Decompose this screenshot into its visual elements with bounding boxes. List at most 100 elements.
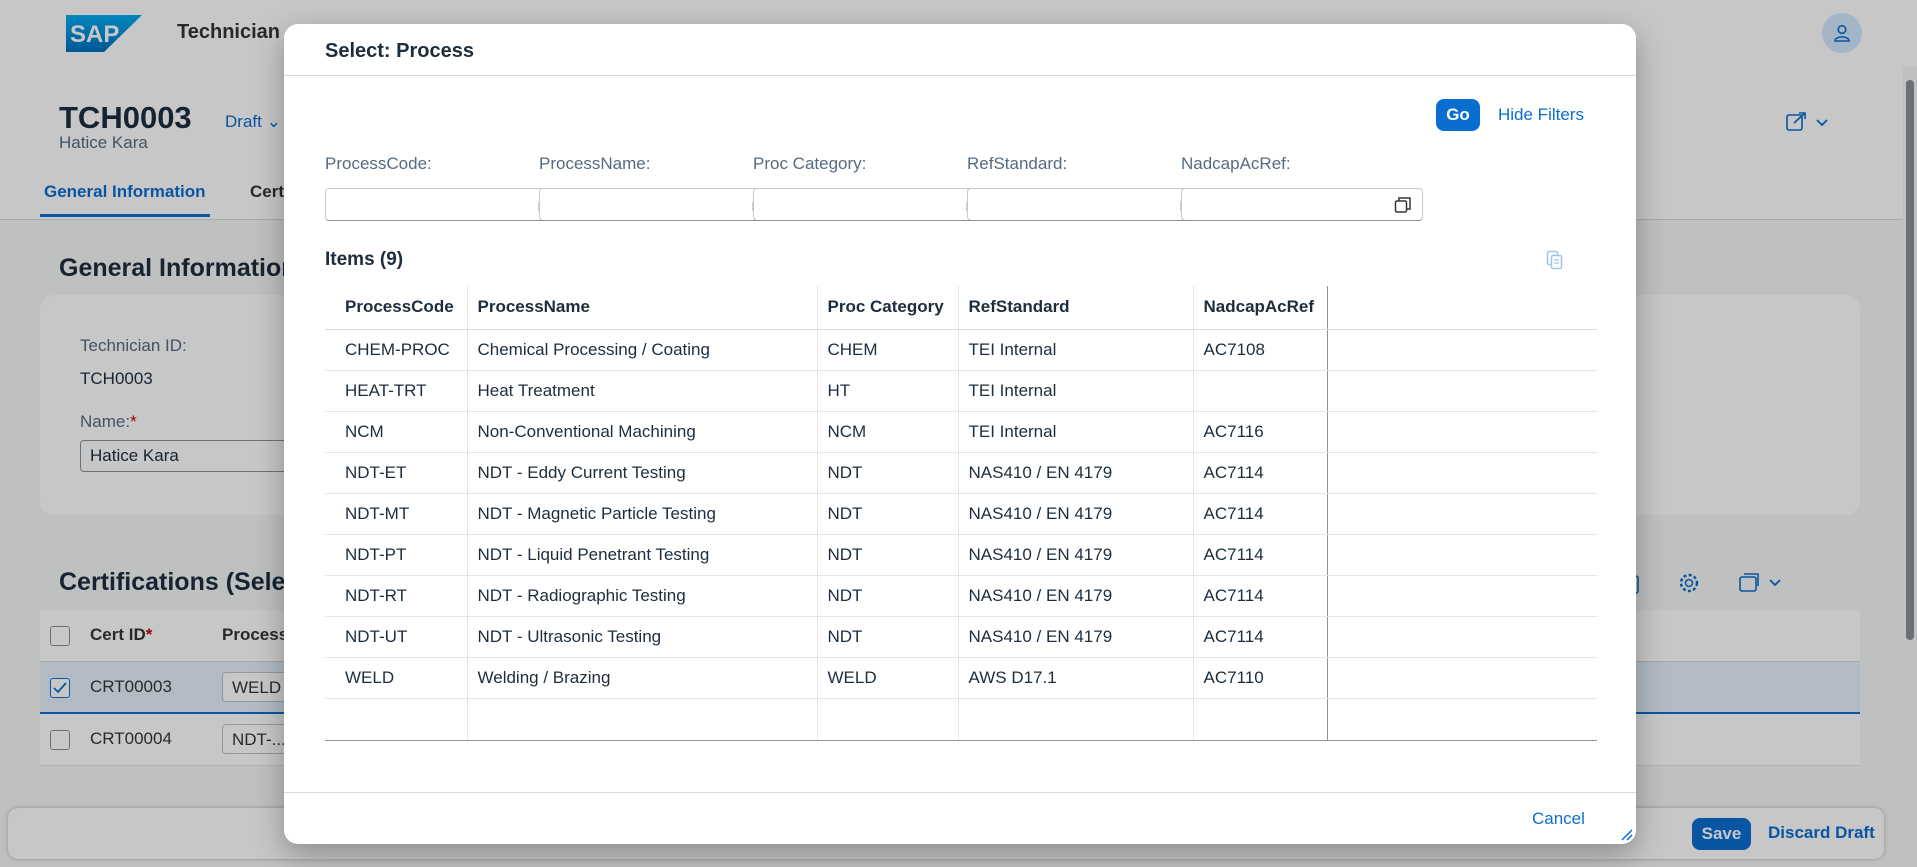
- filter-label: ProcessCode:: [325, 154, 432, 173]
- table-row[interactable]: HEAT-TRT Heat Treatment HT TEI Internal: [325, 370, 1597, 412]
- process-code-cell: NDT-UT: [325, 616, 468, 658]
- nadcap-ac-ref-cell: AC7114: [1193, 575, 1328, 617]
- process-name-cell: NDT - Eddy Current Testing: [467, 452, 818, 494]
- filler-cell: [1327, 370, 1597, 412]
- process-name-cell: Chemical Processing / Coating: [467, 329, 818, 371]
- table-row[interactable]: NDT-PT NDT - Liquid Penetrant Testing ND…: [325, 534, 1597, 576]
- ref-standard-input[interactable]: [968, 189, 1168, 219]
- proc-category-cell: CHEM: [817, 329, 959, 371]
- table-header-row: ProcessCode ProcessName Proc Category Re…: [325, 286, 1597, 330]
- filler-cell: [1327, 575, 1597, 617]
- filter-label: NadcapAcRef:: [1181, 154, 1291, 173]
- filter-field[interactable]: [325, 188, 567, 221]
- filter-field[interactable]: [539, 188, 781, 221]
- value-help-icon[interactable]: [1394, 196, 1412, 214]
- nadcap-ac-ref-cell: AC7114: [1193, 493, 1328, 535]
- filler-cell: [1327, 657, 1597, 699]
- process-code-input[interactable]: [326, 189, 526, 219]
- table-row[interactable]: NDT-ET NDT - Eddy Current Testing NDT NA…: [325, 452, 1597, 494]
- ref-standard-cell: NAS410 / EN 4179: [958, 452, 1194, 494]
- nadcap-ac-ref-cell: AC7110: [1193, 657, 1328, 699]
- proc-category-cell: NDT: [817, 493, 959, 535]
- process-code-cell: HEAT-TRT: [325, 370, 468, 412]
- column-ref-standard[interactable]: RefStandard: [958, 286, 1194, 330]
- filter-proc-category: Proc Category:: [753, 154, 995, 221]
- ref-standard-cell: TEI Internal: [958, 370, 1194, 412]
- filler-cell: [1327, 616, 1597, 658]
- filler-cell: [1327, 329, 1597, 371]
- table-row[interactable]: NDT-UT NDT - Ultrasonic Testing NDT NAS4…: [325, 616, 1597, 658]
- nadcap-ac-ref-cell: AC7114: [1193, 616, 1328, 658]
- ref-standard-cell: NAS410 / EN 4179: [958, 616, 1194, 658]
- dialog-header: Select: Process: [284, 24, 1636, 76]
- process-code-cell: NCM: [325, 411, 468, 453]
- table-row[interactable]: WELD Welding / Brazing WELD AWS D17.1 AC…: [325, 657, 1597, 699]
- ref-standard-cell: NAS410 / EN 4179: [958, 493, 1194, 535]
- nadcap-ac-ref-cell: AC7108: [1193, 329, 1328, 371]
- proc-category-cell: NDT: [817, 452, 959, 494]
- items-table: ProcessCode ProcessName Proc Category Re…: [325, 286, 1597, 741]
- hide-filters-button[interactable]: Hide Filters: [1498, 105, 1584, 125]
- ref-standard-cell: NAS410 / EN 4179: [958, 534, 1194, 576]
- filler-cell: [1327, 493, 1597, 535]
- value-help-dialog: Select: Process Go Hide Filters ProcessC…: [284, 24, 1636, 844]
- dialog-footer: [284, 792, 1636, 844]
- filter-nadcap-ac-ref: NadcapAcRef:: [1181, 154, 1423, 221]
- ref-standard-cell: TEI Internal: [958, 411, 1194, 453]
- column-nadcap-ac-ref[interactable]: NadcapAcRef: [1193, 286, 1328, 330]
- process-code-cell: CHEM-PROC: [325, 329, 468, 371]
- ref-standard-cell: NAS410 / EN 4179: [958, 575, 1194, 617]
- filler-cell: [1327, 534, 1597, 576]
- filter-field[interactable]: [1181, 188, 1423, 221]
- filter-process-name: ProcessName:: [539, 154, 781, 221]
- table-row[interactable]: NDT-RT NDT - Radiographic Testing NDT NA…: [325, 575, 1597, 617]
- filter-label: RefStandard:: [967, 154, 1068, 173]
- table-row[interactable]: CHEM-PROC Chemical Processing / Coating …: [325, 329, 1597, 371]
- process-code-cell: NDT-MT: [325, 493, 468, 535]
- process-name-cell: Non-Conventional Machining: [467, 411, 818, 453]
- go-button[interactable]: Go: [1436, 99, 1480, 131]
- proc-category-cell: NDT: [817, 534, 959, 576]
- process-name-cell: Welding / Brazing: [467, 657, 818, 699]
- proc-category-input[interactable]: [754, 189, 954, 219]
- process-name-cell: NDT - Ultrasonic Testing: [467, 616, 818, 658]
- process-name-input[interactable]: [540, 189, 740, 219]
- proc-category-cell: WELD: [817, 657, 959, 699]
- column-proc-category[interactable]: Proc Category: [817, 286, 959, 330]
- proc-category-cell: NDT: [817, 575, 959, 617]
- filler-cell: [1327, 411, 1597, 453]
- process-name-cell: Heat Treatment: [467, 370, 818, 412]
- filter-label: Proc Category:: [753, 154, 867, 173]
- nadcap-ac-ref-cell: AC7114: [1193, 452, 1328, 494]
- nadcap-ac-ref-cell: [1193, 370, 1328, 412]
- process-name-cell: NDT - Liquid Penetrant Testing: [467, 534, 818, 576]
- filter-field[interactable]: [753, 188, 995, 221]
- filter-ref-standard: RefStandard:: [967, 154, 1209, 221]
- nadcap-ac-ref-cell: AC7116: [1193, 411, 1328, 453]
- resize-handle-icon[interactable]: [1620, 828, 1633, 841]
- ref-standard-cell: TEI Internal: [958, 329, 1194, 371]
- dialog-title: Select: Process: [325, 40, 474, 62]
- filter-process-code: ProcessCode:: [325, 154, 567, 221]
- column-process-code[interactable]: ProcessCode: [325, 286, 468, 330]
- copy-icon[interactable]: [1546, 250, 1564, 270]
- table-row[interactable]: NDT-MT NDT - Magnetic Particle Testing N…: [325, 493, 1597, 535]
- filter-field[interactable]: [967, 188, 1209, 221]
- nadcap-ac-ref-input[interactable]: [1182, 189, 1382, 219]
- column-process-name[interactable]: ProcessName: [467, 286, 818, 330]
- proc-category-cell: NCM: [817, 411, 959, 453]
- process-code-cell: NDT-RT: [325, 575, 468, 617]
- process-name-cell: NDT - Magnetic Particle Testing: [467, 493, 818, 535]
- filler-cell: [1327, 452, 1597, 494]
- nadcap-ac-ref-cell: AC7114: [1193, 534, 1328, 576]
- proc-category-cell: NDT: [817, 616, 959, 658]
- cancel-button[interactable]: Cancel: [1532, 809, 1585, 829]
- column-filler: [1327, 286, 1597, 330]
- filter-label: ProcessName:: [539, 154, 651, 173]
- table-row[interactable]: NCM Non-Conventional Machining NCM TEI I…: [325, 411, 1597, 453]
- items-count-title: Items (9): [325, 249, 404, 270]
- empty-row: [325, 698, 1597, 741]
- process-code-cell: NDT-PT: [325, 534, 468, 576]
- process-name-cell: NDT - Radiographic Testing: [467, 575, 818, 617]
- ref-standard-cell: AWS D17.1: [958, 657, 1194, 699]
